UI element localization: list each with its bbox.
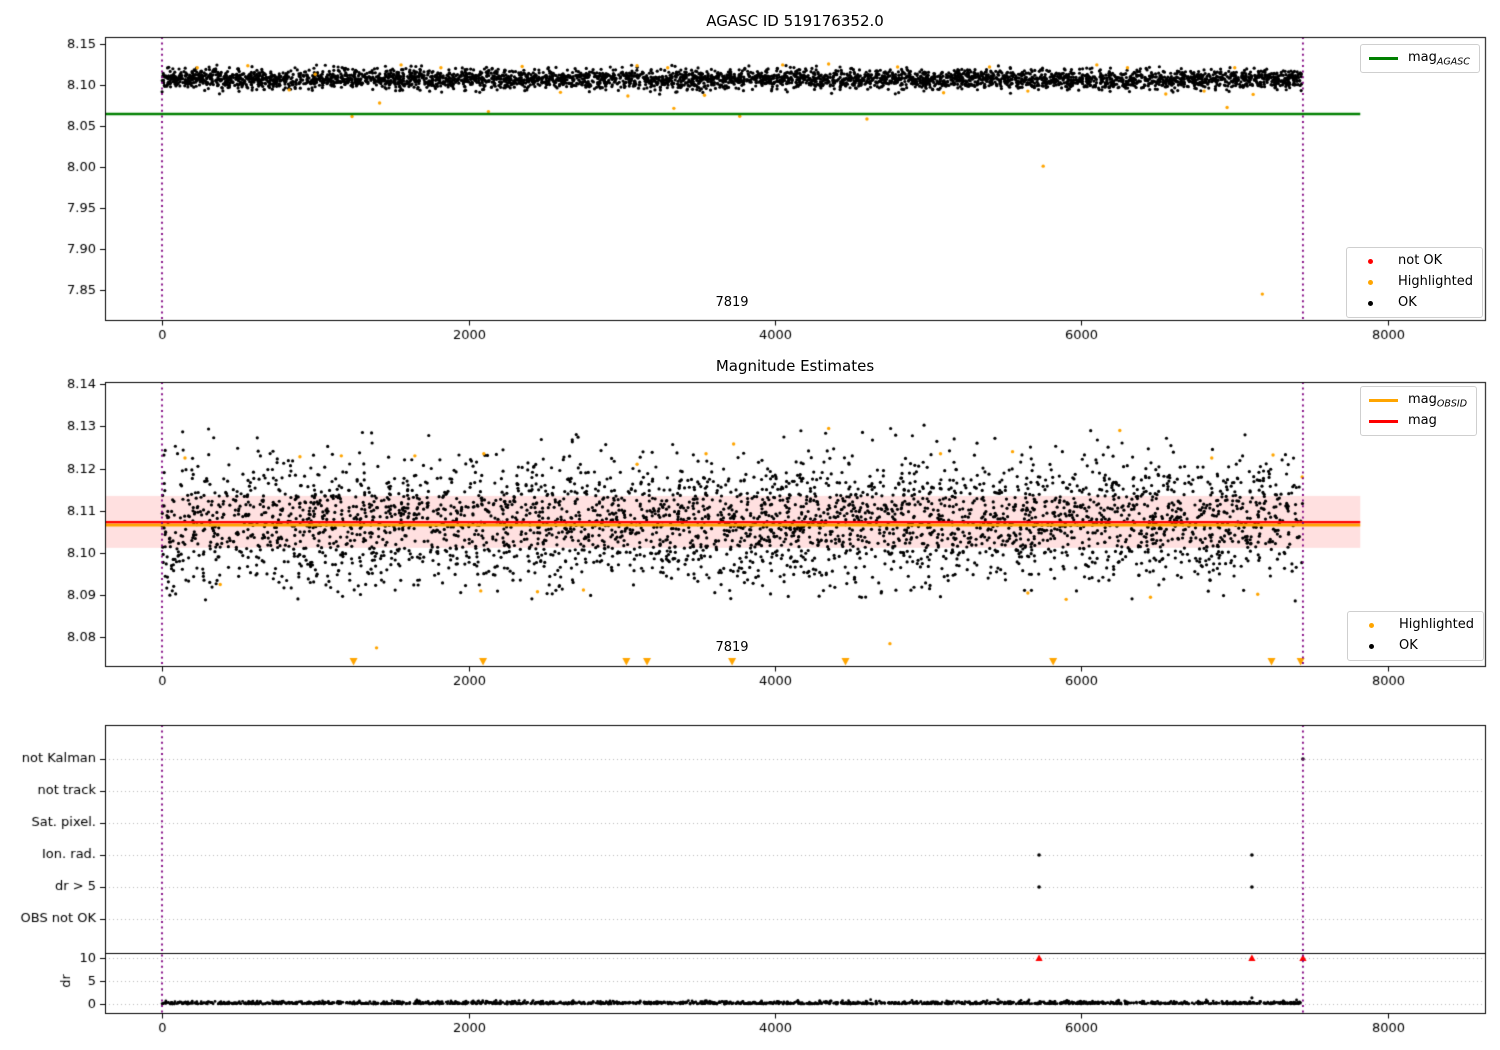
legend-line-swatch [1369, 399, 1398, 402]
middle-plot-line-legend: magOBSID mag [1360, 386, 1478, 436]
legend-label: Highlighted [1399, 616, 1474, 632]
legend-label: OK [1398, 294, 1417, 310]
legend-item-highlighted: Highlighted [1354, 272, 1473, 293]
legend-dot-swatch [1368, 280, 1373, 285]
legend-item-mag-agasc: magAGASC [1368, 48, 1470, 69]
top-plot-title: AGASC ID 519176352.0 [706, 12, 884, 30]
legend-item-highlighted: Highlighted [1355, 615, 1474, 636]
legend-dot-swatch [1368, 301, 1373, 306]
top-plot-marker-legend: not OK Highlighted OK [1346, 247, 1483, 318]
middle-plot-title: Magnitude Estimates [715, 357, 875, 375]
legend-dot-swatch [1369, 644, 1374, 649]
legend-label: OK [1399, 637, 1418, 653]
plots-canvas [0, 0, 1500, 1050]
legend-item-mag-obsid: magOBSID [1368, 390, 1467, 411]
legend-label: Highlighted [1398, 273, 1473, 289]
top-plot-count-annotation: 7819 [715, 295, 749, 310]
legend-item-ok: OK [1354, 293, 1473, 314]
figure: AGASC ID 519176352.0 Magnitude Estimates… [0, 0, 1500, 1050]
legend-item-ok: OK [1355, 636, 1474, 657]
legend-dot-swatch [1369, 623, 1374, 628]
middle-plot-count-annotation: 7819 [715, 640, 749, 655]
legend-label: magAGASC [1408, 49, 1470, 68]
legend-label: mag [1408, 412, 1437, 428]
legend-item-mag: mag [1368, 411, 1467, 432]
legend-dot-swatch [1368, 259, 1373, 264]
legend-item-not-ok: not OK [1354, 251, 1473, 272]
top-plot-line-legend: magAGASC [1360, 44, 1480, 73]
legend-line-swatch [1369, 420, 1398, 423]
legend-label: magOBSID [1408, 391, 1468, 410]
legend-line-swatch [1369, 57, 1398, 60]
legend-label: not OK [1398, 252, 1443, 268]
middle-plot-marker-legend: Highlighted OK [1347, 611, 1484, 661]
